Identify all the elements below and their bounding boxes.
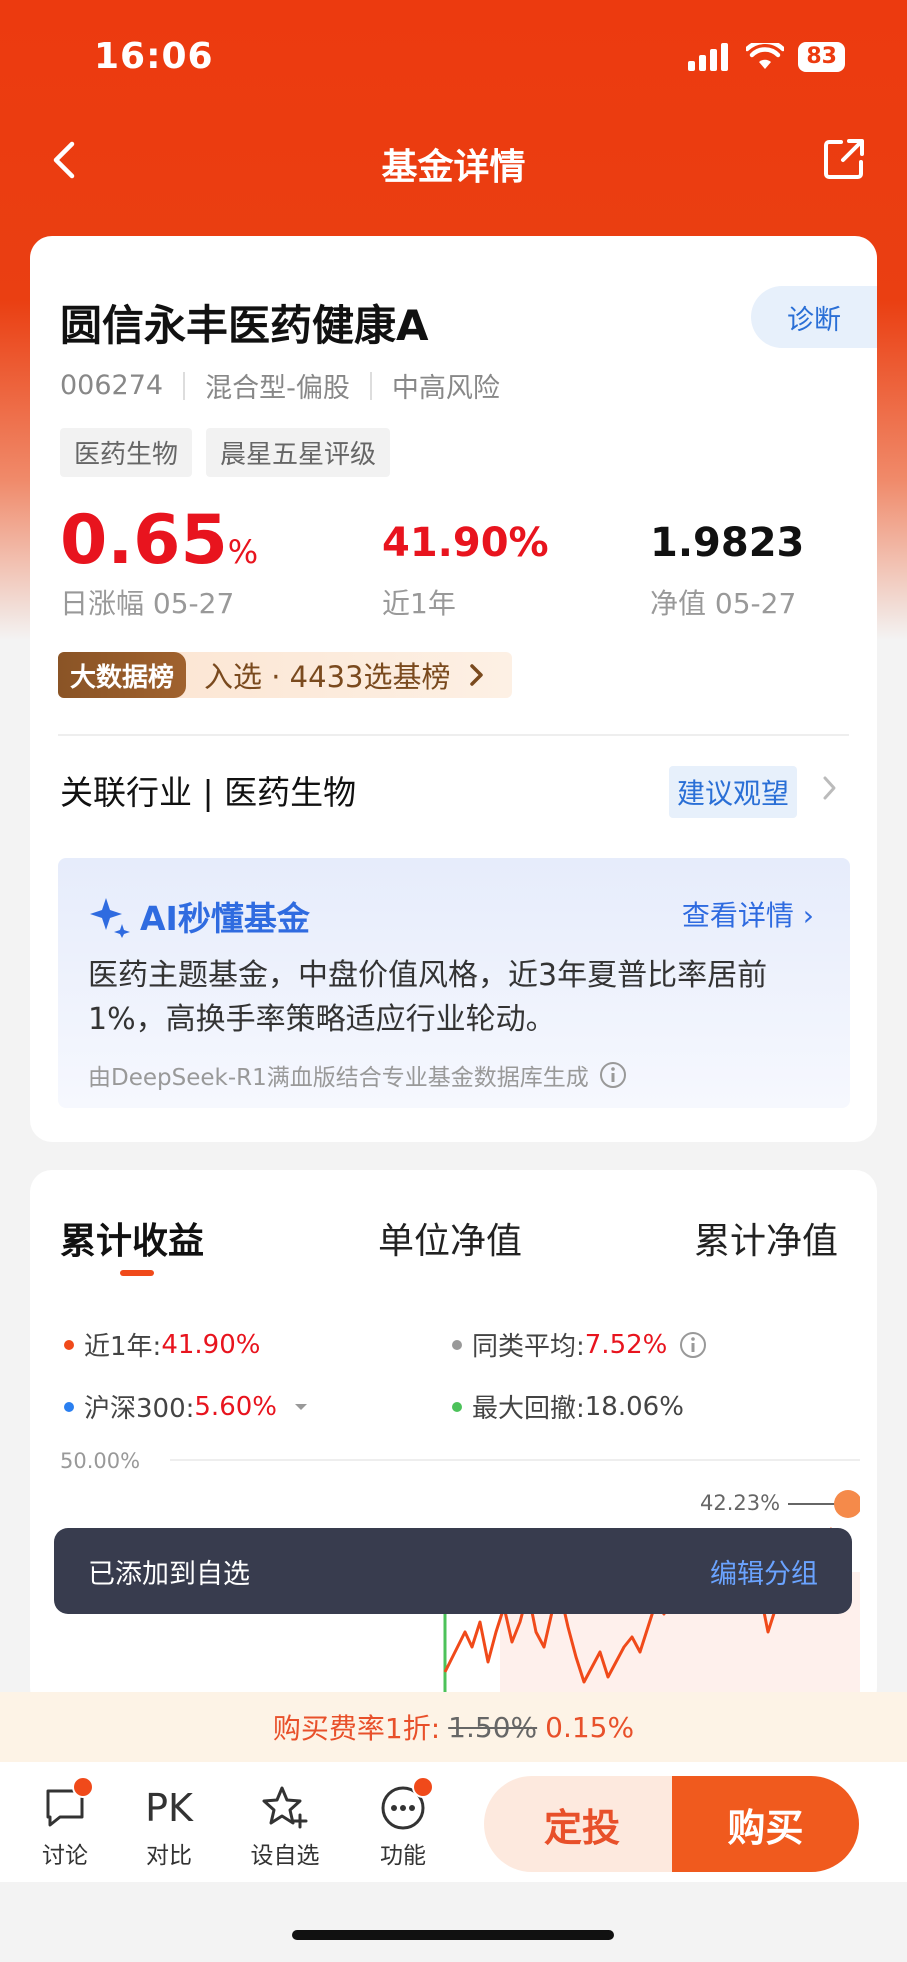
year-return-value: 41.90% (382, 520, 549, 566)
add-watchlist-label: 设自选 (250, 1843, 320, 1869)
tab-cumulative-nav[interactable]: 累计净值 (694, 1212, 838, 1264)
legend-value: 41.90% (161, 1329, 261, 1360)
compare-button[interactable]: PK 对比 (124, 1780, 214, 1870)
pk-icon: PK (145, 1786, 193, 1830)
performance-card: 累计收益 单位净值 累计净值 近1年: 41.90% 同类平均: 7.52% 沪… (30, 1170, 877, 1710)
nav-stat: 1.9823 净值 05-27 (650, 520, 804, 622)
bigdata-text: 入选 · 4433选基榜 (204, 660, 451, 694)
tab-unit-nav[interactable]: 单位净值 (378, 1212, 522, 1264)
notification-dot (412, 1776, 434, 1798)
status-bar: 16:06 83 (0, 0, 907, 110)
diagnose-button[interactable]: 诊断 (751, 286, 877, 348)
nav-label: 净值 05-27 (650, 587, 797, 620)
fee-prefix: 购买费率1折: (272, 1712, 441, 1745)
toast: 已添加到自选 编辑分组 (54, 1528, 852, 1614)
signal-icon (688, 43, 729, 71)
fee-banner: 购买费率1折: 1.50% 0.15% (0, 1692, 907, 1762)
advice-badge[interactable]: 建议观望 (668, 766, 797, 818)
legend-item: 同类平均: 7.52% (452, 1326, 707, 1363)
chevron-right-icon[interactable] (821, 774, 839, 802)
ai-summary-text: 医药主题基金，中盘价值风格，近3年夏普比率居前1%，高换手率策略适应行业轮动。 (88, 958, 768, 1037)
fund-tags: 医药生物 晨星五星评级 (60, 428, 391, 477)
bigdata-badge: 大数据榜 (58, 652, 187, 698)
legend-value: 5.60% (194, 1391, 277, 1422)
wifi-icon (746, 43, 785, 69)
nav-value: 1.9823 (650, 520, 805, 566)
tab-underline (120, 1270, 154, 1276)
legend-item: 最大回撤: 18.06% (452, 1388, 684, 1425)
notification-dot (72, 1776, 94, 1798)
year-return-stat: 41.90% 近1年 (382, 520, 549, 622)
ai-note: 由DeepSeek-R1满血版结合专业基金数据库生成 (88, 1058, 627, 1092)
status-time: 16:06 (94, 36, 214, 77)
ai-title-text: AI秒懂基金 (140, 899, 310, 938)
y-axis-label: 50.00% (60, 1449, 140, 1473)
legend-dot (64, 1401, 74, 1412)
discuss-label: 讨论 (42, 1843, 88, 1869)
fee-discounted: 0.15% (545, 1710, 635, 1744)
legend-item: 近1年: 41.90% (64, 1326, 260, 1363)
bigdata-rank-banner[interactable]: 大数据榜 入选 · 4433选基榜 (58, 652, 513, 698)
fund-risk: 中高风险 (391, 373, 500, 404)
info-icon[interactable] (679, 1331, 707, 1359)
ai-more-label: 查看详情 (681, 899, 794, 932)
compare-label: 对比 (146, 1843, 192, 1869)
bottom-action-bar: 讨论 PK 对比 设自选 功能 定投 购买 (0, 1762, 907, 1882)
discuss-button[interactable]: 讨论 (20, 1776, 110, 1870)
legend-label: 最大回撤: (472, 1394, 585, 1424)
legend-label: 近1年: (84, 1332, 162, 1362)
buy-button[interactable]: 购买 (672, 1776, 859, 1872)
peak-label: 42.23% (700, 1491, 780, 1515)
legend-label: 同类平均: (472, 1332, 585, 1362)
tab-cumulative-return[interactable]: 累计收益 (60, 1212, 204, 1264)
daily-change-value: 0.65 (60, 501, 228, 580)
legend-item[interactable]: 沪深300: 5.60% (64, 1388, 309, 1425)
fund-tag: 医药生物 (60, 428, 193, 477)
chevron-right-icon (470, 664, 484, 686)
add-watchlist-button[interactable]: 设自选 (240, 1780, 330, 1870)
star-add-icon (262, 1786, 308, 1829)
fund-meta: 006274 混合型-偏股 中高风险 (60, 366, 500, 405)
legend-value: 18.06% (584, 1391, 684, 1422)
ai-summary-box[interactable]: AI秒懂基金 查看详情 › 医药主题基金，中盘价值风格，近3年夏普比率居前1%，… (58, 858, 850, 1108)
caret-down-icon (295, 1403, 307, 1410)
home-indicator (292, 1930, 614, 1940)
meta-divider (369, 371, 372, 400)
fund-tag: 晨星五星评级 (206, 428, 391, 477)
fee-original: 1.50% (448, 1710, 538, 1744)
daily-change-stat: 0.65% 日涨幅 05-27 (60, 506, 258, 622)
more-functions-label: 功能 (380, 1843, 426, 1869)
mascot-icon (834, 1490, 860, 1518)
ai-more-link[interactable]: 查看详情 › (682, 894, 814, 934)
nav-bar: 基金详情 (0, 120, 907, 200)
ai-title: AI秒懂基金 (88, 892, 310, 940)
share-icon[interactable] (821, 136, 867, 182)
meta-divider (183, 371, 186, 400)
battery-indicator: 83 (798, 42, 845, 72)
toast-message: 已添加到自选 (88, 1558, 250, 1590)
legend-dot (452, 1401, 462, 1412)
fund-summary-card: 圆信永丰医药健康A 诊断 006274 混合型-偏股 中高风险 医药生物 晨星五… (30, 236, 877, 1142)
daily-change-label: 日涨幅 05-27 (60, 587, 235, 620)
page-title: 基金详情 (381, 147, 526, 188)
legend-label: 沪深300: (84, 1394, 195, 1424)
info-icon[interactable] (599, 1061, 627, 1089)
divider (58, 734, 849, 736)
fund-type: 混合型-偏股 (205, 373, 350, 404)
ai-note-text: 由DeepSeek-R1满血版结合专业基金数据库生成 (88, 1065, 589, 1091)
legend-value: 7.52% (584, 1329, 668, 1360)
fund-name: 圆信永丰医药健康A (60, 301, 429, 350)
chevron-right-icon: › (802, 899, 814, 932)
year-return-label: 近1年 (382, 587, 456, 620)
edit-group-button[interactable]: 编辑分组 (710, 1552, 818, 1591)
fund-code: 006274 (60, 370, 164, 401)
legend-dot (64, 1339, 74, 1350)
more-functions-button[interactable]: 功能 (358, 1776, 448, 1870)
status-icons: 83 (688, 42, 845, 72)
legend-dot (452, 1339, 462, 1350)
sparkle-icon (90, 898, 130, 938)
daily-change-unit: % (227, 533, 259, 571)
sip-button[interactable]: 定投 (484, 1776, 680, 1872)
related-industry[interactable]: 关联行业 | 医药生物 (60, 766, 356, 814)
